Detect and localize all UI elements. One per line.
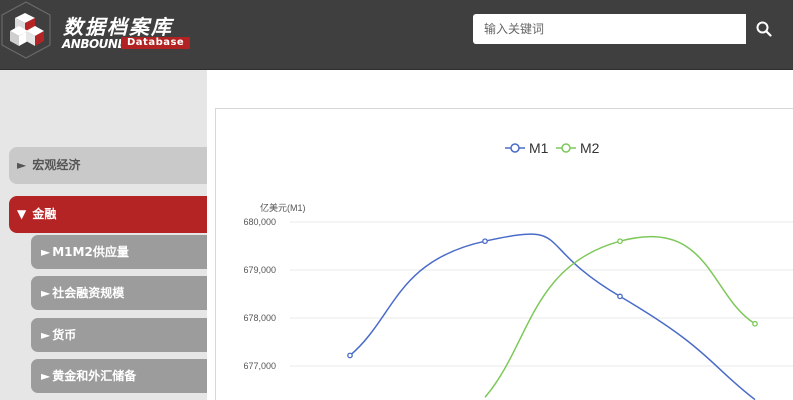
- data-point-m2[interactable]: [617, 238, 623, 245]
- series-line-m1: [349, 233, 756, 400]
- data-point-m1[interactable]: [347, 352, 353, 359]
- series-layer: [347, 233, 758, 400]
- data-point-m1[interactable]: [617, 293, 623, 300]
- line-chart: [290, 221, 793, 400]
- data-point-m2[interactable]: [752, 320, 758, 327]
- gridlines: [290, 221, 793, 367]
- data-point-m1[interactable]: [482, 238, 488, 245]
- series-line-m2: [484, 235, 756, 398]
